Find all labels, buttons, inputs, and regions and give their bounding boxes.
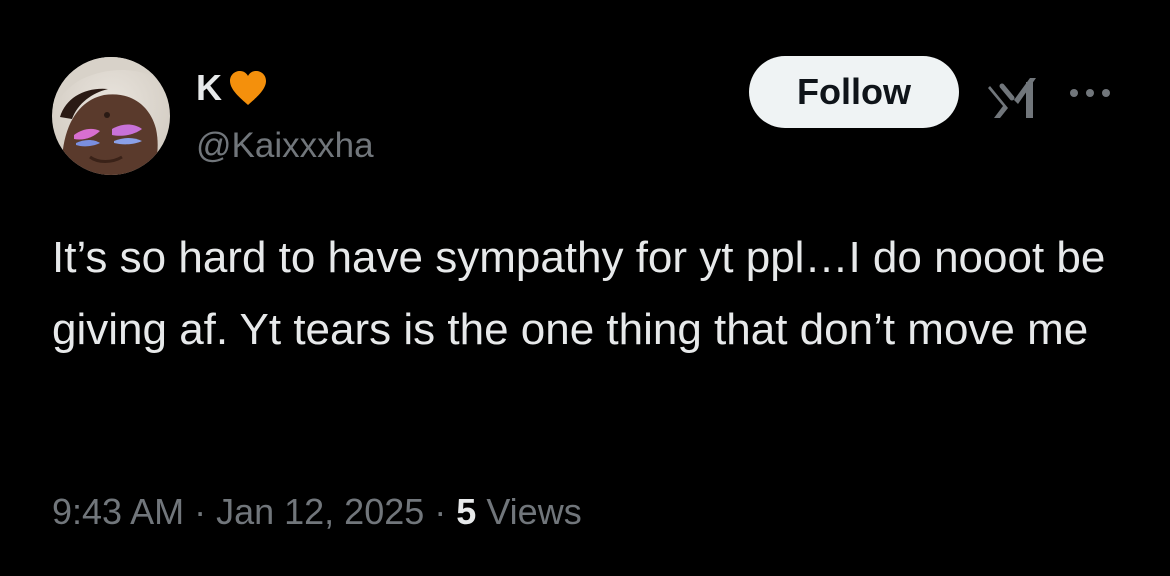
meta-separator: ·	[184, 491, 217, 532]
avatar[interactable]	[52, 57, 170, 175]
meta-separator: ·	[424, 491, 457, 532]
orange-heart-icon	[230, 71, 266, 105]
grok-icon[interactable]	[986, 74, 1038, 120]
follow-button[interactable]: Follow	[749, 56, 959, 128]
more-options-icon[interactable]	[1066, 84, 1114, 102]
author-handle[interactable]: @Kaixxxha	[196, 124, 374, 168]
author-name-row[interactable]: K	[196, 66, 268, 110]
profile-photo-icon	[52, 57, 170, 175]
tweet-meta: 9:43 AM · Jan 12, 2025 · 5 Views	[52, 488, 582, 536]
tweet-text: It’s so hard to have sympathy for yt ppl…	[52, 233, 1106, 354]
views-count[interactable]: 5	[456, 491, 476, 532]
display-name[interactable]: K	[196, 66, 222, 110]
tweet-date[interactable]: Jan 12, 2025	[216, 491, 424, 532]
tweet-time[interactable]: 9:43 AM	[52, 491, 184, 532]
views-label[interactable]: Views	[476, 491, 581, 532]
